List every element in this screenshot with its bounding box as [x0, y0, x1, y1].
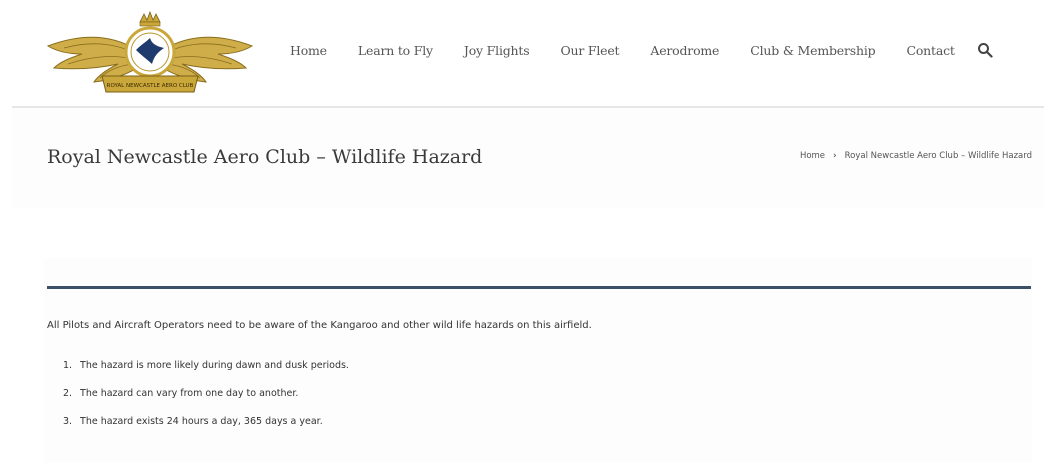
main-nav: Home Learn to Fly Joy Flights Our Fleet … [290, 38, 993, 62]
nav-our-fleet[interactable]: Our Fleet [560, 43, 619, 58]
list-item: 1. The hazard is more likely during dawn… [63, 360, 349, 388]
content-divider [47, 286, 1031, 289]
nav-club-membership[interactable]: Club & Membership [750, 43, 875, 58]
page-title: Royal Newcastle Aero Club – Wildlife Haz… [47, 146, 483, 168]
hazard-list: 1. The hazard is more likely during dawn… [63, 360, 349, 444]
nav-contact[interactable]: Contact [906, 43, 954, 58]
list-number: 3. [63, 416, 73, 427]
list-item: 3. The hazard exists 24 hours a day, 365… [63, 416, 349, 444]
logo-banner-text: ROYAL NEWCASTLE AERO CLUB [107, 83, 194, 89]
site-header: ROYAL NEWCASTLE AERO CLUB Home Learn to … [0, 0, 1044, 108]
intro-paragraph: All Pilots and Aircraft Operators need t… [47, 320, 592, 331]
breadcrumb-current: Royal Newcastle Aero Club – Wildlife Haz… [844, 151, 1032, 161]
list-text: The hazard is more likely during dawn an… [80, 360, 349, 371]
list-text: The hazard can vary from one day to anot… [80, 388, 299, 399]
search-icon[interactable] [977, 42, 993, 58]
breadcrumb-separator: › [833, 151, 837, 161]
nav-aerodrome[interactable]: Aerodrome [650, 43, 719, 58]
breadcrumb-home-link[interactable]: Home [800, 151, 825, 161]
list-text: The hazard exists 24 hours a day, 365 da… [80, 416, 323, 427]
breadcrumb: Home › Royal Newcastle Aero Club – Wildl… [800, 151, 1032, 161]
list-number: 1. [63, 360, 73, 371]
list-item: 2. The hazard can vary from one day to a… [63, 388, 349, 416]
nav-joy-flights[interactable]: Joy Flights [464, 43, 530, 58]
list-number: 2. [63, 388, 73, 399]
nav-learn-to-fly[interactable]: Learn to Fly [358, 43, 433, 58]
nav-home[interactable]: Home [290, 43, 327, 58]
club-logo[interactable]: ROYAL NEWCASTLE AERO CLUB [44, 8, 256, 98]
